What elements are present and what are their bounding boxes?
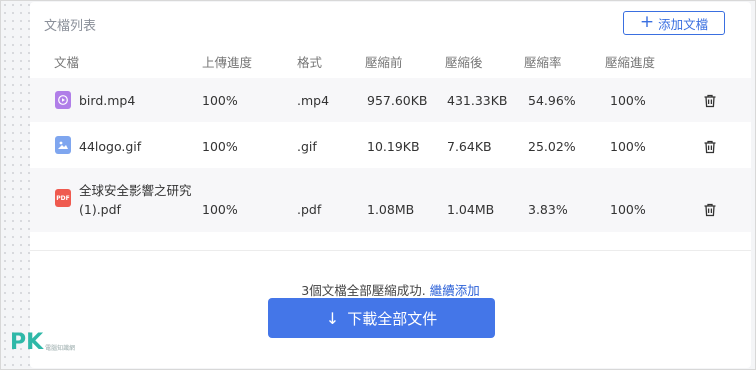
- panel-header: 文檔列表 + 添加文檔: [30, 2, 751, 42]
- trash-icon[interactable]: [703, 203, 717, 217]
- compression-summary: 3個文檔全部壓縮成功. 繼續添加: [30, 280, 751, 299]
- divider: [30, 250, 751, 251]
- image-file-icon: [55, 136, 71, 154]
- continue-adding-link[interactable]: 繼續添加: [430, 283, 480, 298]
- column-header-size-before: 壓縮前: [365, 55, 403, 70]
- upload-progress: 100%: [202, 139, 238, 154]
- add-document-label: 添加文檔: [658, 16, 709, 32]
- compression-rate: 54.96%: [528, 93, 576, 108]
- column-header-document: 文檔: [54, 55, 80, 70]
- compression-progress: 100%: [610, 93, 646, 108]
- panel-title: 文檔列表: [44, 19, 97, 34]
- add-document-button[interactable]: + 添加文檔: [623, 11, 725, 35]
- download-all-button[interactable]: ↓ 下載全部文件: [268, 298, 495, 338]
- table-row: bird.mp4 100% .mp4 957.60KB 431.33KB 54.…: [30, 78, 751, 122]
- file-format: .mp4: [297, 93, 330, 108]
- file-name: bird.mp4: [79, 93, 136, 108]
- watermark-logo: PK 電腦知識網: [10, 332, 75, 354]
- watermark-caption: 電腦知識網: [45, 344, 76, 352]
- compression-rate: 3.83%: [528, 202, 568, 217]
- column-header-compression-rate: 壓縮率: [524, 55, 562, 70]
- file-name: 44logo.gif: [79, 139, 142, 154]
- file-format: .gif: [297, 139, 317, 154]
- column-header-format: 格式: [297, 55, 323, 70]
- upload-progress: 100%: [202, 93, 238, 108]
- size-before: 957.60KB: [367, 93, 428, 108]
- compression-progress: 100%: [610, 202, 646, 217]
- size-before: 1.08MB: [367, 202, 415, 217]
- size-after: 1.04MB: [447, 202, 495, 217]
- download-all-label: 下載全部文件: [347, 309, 438, 328]
- download-arrow-icon: ↓: [325, 308, 340, 328]
- size-after: 7.64KB: [447, 139, 492, 154]
- summary-text: 3個文檔全部壓縮成功.: [301, 283, 426, 298]
- file-format: .pdf: [297, 202, 322, 217]
- file-name: 全球安全影響之研究: [79, 183, 192, 198]
- table-row: PDF 全球安全影響之研究 (1).pdf 100% .pdf 1.08MB 1…: [30, 168, 751, 232]
- video-file-icon: [55, 91, 71, 109]
- size-before: 10.19KB: [367, 139, 420, 154]
- document-list-panel: 文檔列表 + 添加文檔 文檔 上傳進度 格式 壓縮前 壓縮後 壓縮率 壓縮進度 …: [30, 2, 751, 368]
- column-header-compression-progress: 壓縮進度: [605, 55, 656, 70]
- trash-icon[interactable]: [703, 140, 717, 154]
- compression-progress: 100%: [610, 139, 646, 154]
- plus-icon: +: [639, 11, 655, 32]
- column-header-size-after: 壓縮後: [445, 55, 483, 70]
- size-after: 431.33KB: [447, 93, 508, 108]
- trash-icon[interactable]: [703, 94, 717, 108]
- watermark-brand: PK: [10, 330, 44, 355]
- pdf-file-icon: PDF: [55, 189, 71, 207]
- upload-progress: 100%: [202, 202, 238, 217]
- column-header-upload-progress: 上傳進度: [202, 55, 253, 70]
- table-row: 44logo.gif 100% .gif 10.19KB 7.64KB 25.0…: [30, 122, 751, 168]
- file-name-continued: (1).pdf: [79, 202, 121, 217]
- compression-rate: 25.02%: [528, 139, 576, 154]
